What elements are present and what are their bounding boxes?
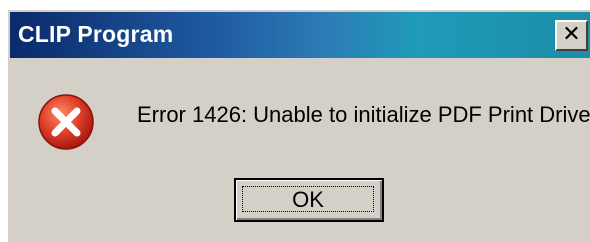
- ok-button[interactable]: OK: [234, 178, 384, 222]
- title-bar[interactable]: CLIP Program ✕: [10, 12, 590, 58]
- dialog-window: CLIP Program ✕ Error 1426: Unable to ini…: [6, 8, 590, 242]
- error-message: Error 1426: Unable to initialize PDF Pri…: [137, 102, 590, 127]
- dialog-title: CLIP Program: [18, 21, 174, 47]
- ok-button-label: OK: [242, 186, 374, 212]
- error-icon: [38, 94, 94, 150]
- close-button[interactable]: ✕: [555, 20, 588, 51]
- close-icon: ✕: [562, 22, 581, 47]
